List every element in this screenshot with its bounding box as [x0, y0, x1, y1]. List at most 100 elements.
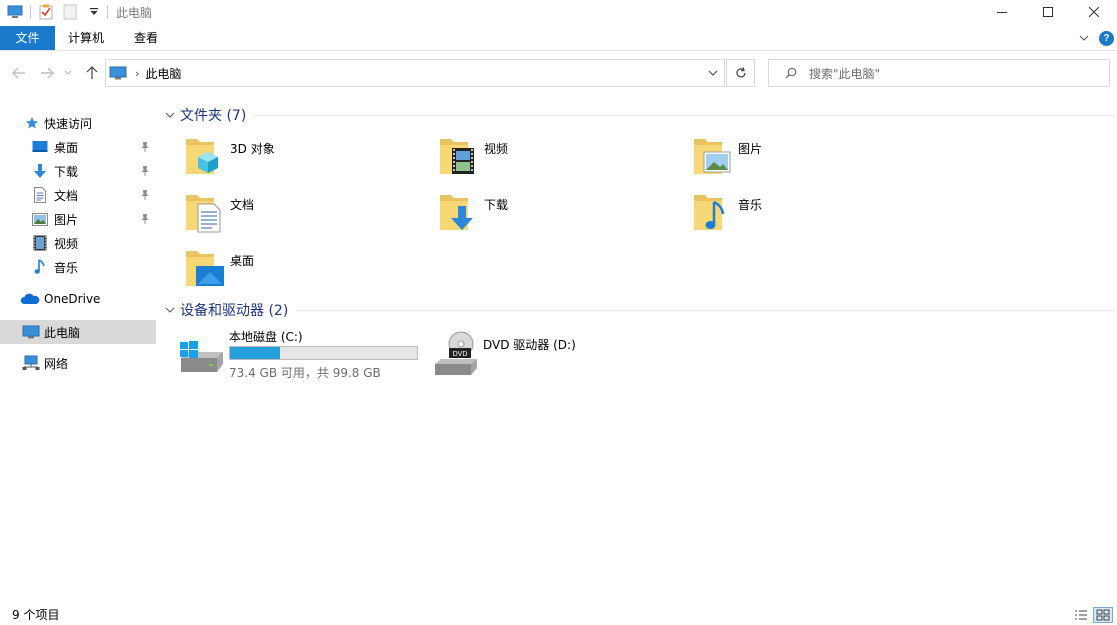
group-header-folders[interactable]: 文件夹 (7) — [164, 106, 1114, 124]
properties-icon[interactable] — [37, 3, 55, 21]
group-title: 文件夹 (7) — [180, 108, 247, 124]
refresh-button[interactable] — [726, 59, 755, 87]
sidebar-item-label: 文档 — [54, 188, 79, 203]
local-disk-icon — [180, 341, 223, 372]
svg-text:DVD: DVD — [453, 351, 468, 358]
tab-file[interactable]: 文件 — [0, 26, 55, 50]
arrow-up-icon — [86, 66, 98, 79]
pin-icon[interactable] — [139, 188, 151, 202]
sidebar-item-desktop[interactable]: 桌面 — [0, 135, 156, 159]
quick-access-toolbar — [0, 0, 114, 24]
new-folder-icon[interactable] — [61, 3, 79, 21]
sidebar-item-music[interactable]: 音乐 — [0, 255, 156, 279]
minimize-icon — [997, 12, 1007, 13]
folder-desktop[interactable]: 桌面 — [184, 246, 424, 296]
folder-music[interactable]: 音乐 — [692, 190, 932, 240]
folder-pictures[interactable]: 图片 — [692, 134, 932, 184]
sidebar-item-label: 图片 — [54, 212, 79, 227]
drive-local-c[interactable]: 本地磁盘 (C:) 73.4 GB 可用，共 99.8 GB — [179, 328, 424, 380]
large-icons-view-icon — [1096, 609, 1110, 621]
computer-icon[interactable] — [6, 3, 24, 21]
star-icon — [24, 115, 40, 131]
pin-icon[interactable] — [139, 212, 151, 226]
tab-view[interactable]: 查看 — [134, 26, 158, 50]
folder-3d-objects[interactable]: 3D 对象 — [184, 134, 424, 184]
sidebar-item-label: 音乐 — [54, 260, 79, 275]
customize-dropdown-icon[interactable] — [85, 3, 103, 21]
view-switcher — [1069, 607, 1113, 623]
address-bar[interactable]: › 此电脑 — [105, 59, 725, 87]
folder-videos[interactable]: 视频 — [438, 134, 678, 184]
videos-folder-icon — [440, 139, 474, 174]
chevron-right-icon[interactable]: › — [135, 67, 139, 80]
sidebar-item-downloads[interactable]: 下载 — [0, 159, 156, 183]
sidebar-item-label: 网络 — [44, 356, 69, 371]
chevron-down-icon[interactable] — [164, 109, 176, 121]
up-button[interactable] — [83, 64, 101, 82]
close-button[interactable] — [1071, 0, 1117, 24]
dvd-drive-icon: DVD — [435, 331, 477, 375]
address-history-button[interactable] — [705, 65, 721, 81]
window-controls — [979, 0, 1117, 24]
arrow-right-icon — [41, 67, 54, 79]
expand-ribbon-button[interactable] — [1075, 28, 1093, 48]
drive-label: DVD 驱动器 (D:) — [483, 338, 576, 352]
back-button[interactable] — [10, 64, 28, 82]
close-icon — [1089, 7, 1099, 17]
minimize-button[interactable] — [979, 0, 1025, 24]
cloud-icon — [20, 291, 40, 307]
folder-downloads[interactable]: 下载 — [438, 190, 678, 240]
download-icon — [32, 163, 48, 179]
refresh-icon — [735, 67, 746, 78]
3d-objects-folder-icon — [186, 139, 218, 174]
ribbon-tabs: 文件 计算机 查看 ? — [0, 26, 1117, 51]
chevron-down-icon — [64, 70, 72, 75]
folder-label: 下载 — [484, 198, 509, 212]
search-placeholder: 搜索"此电脑" — [809, 66, 881, 81]
sidebar-item-this-pc[interactable]: 此电脑 — [0, 320, 156, 344]
divider — [30, 5, 31, 19]
tab-computer[interactable]: 计算机 — [68, 26, 104, 50]
sidebar-item-label: OneDrive — [44, 292, 101, 306]
documents-folder-icon — [186, 195, 221, 233]
sidebar-item-videos[interactable]: 视频 — [0, 231, 156, 255]
sidebar-item-label: 桌面 — [54, 140, 79, 155]
pin-icon[interactable] — [139, 140, 151, 154]
folder-label: 图片 — [738, 142, 763, 156]
window-title: 此电脑 — [116, 5, 153, 20]
sidebar-item-documents[interactable]: 文档 — [0, 183, 156, 207]
divider — [254, 114, 1114, 116]
status-bar: 9 个项目 — [0, 604, 1117, 625]
videos-icon — [32, 235, 48, 251]
folder-label: 音乐 — [738, 198, 763, 212]
details-view-button[interactable] — [1071, 607, 1091, 623]
details-view-icon — [1075, 610, 1087, 620]
document-icon — [32, 187, 48, 203]
sidebar-item-quick-access[interactable]: 快速访问 — [0, 111, 156, 135]
folder-documents[interactable]: 文档 — [184, 190, 424, 240]
group-header-devices[interactable]: 设备和驱动器 (2) — [164, 301, 1114, 319]
sidebar-item-pictures[interactable]: 图片 — [0, 207, 156, 231]
pictures-folder-icon — [694, 139, 731, 174]
sidebar-item-onedrive[interactable]: OneDrive — [0, 287, 156, 311]
music-folder-icon — [694, 195, 725, 230]
forward-button[interactable] — [38, 64, 56, 82]
pin-icon[interactable] — [139, 164, 151, 178]
music-icon — [32, 259, 48, 275]
downloads-folder-icon — [440, 195, 473, 230]
divider — [107, 5, 108, 19]
sidebar-item-network[interactable]: 网络 — [0, 351, 156, 375]
help-button[interactable]: ? — [1099, 30, 1114, 46]
chevron-down-icon[interactable] — [164, 304, 176, 316]
chevron-down-icon — [708, 70, 718, 76]
large-icons-view-button[interactable] — [1093, 607, 1113, 623]
folder-label: 视频 — [484, 142, 509, 156]
drive-dvd-d[interactable]: DVD DVD 驱动器 (D:) — [433, 330, 613, 382]
group-title: 设备和驱动器 (2) — [180, 303, 289, 319]
sidebar-item-label: 视频 — [54, 236, 79, 251]
folder-label: 桌面 — [230, 254, 255, 268]
breadcrumb-this-pc[interactable]: 此电脑 — [145, 65, 181, 82]
search-input[interactable]: 搜索"此电脑" — [768, 59, 1110, 87]
maximize-button[interactable] — [1025, 0, 1071, 24]
recent-locations-button[interactable] — [62, 64, 74, 82]
